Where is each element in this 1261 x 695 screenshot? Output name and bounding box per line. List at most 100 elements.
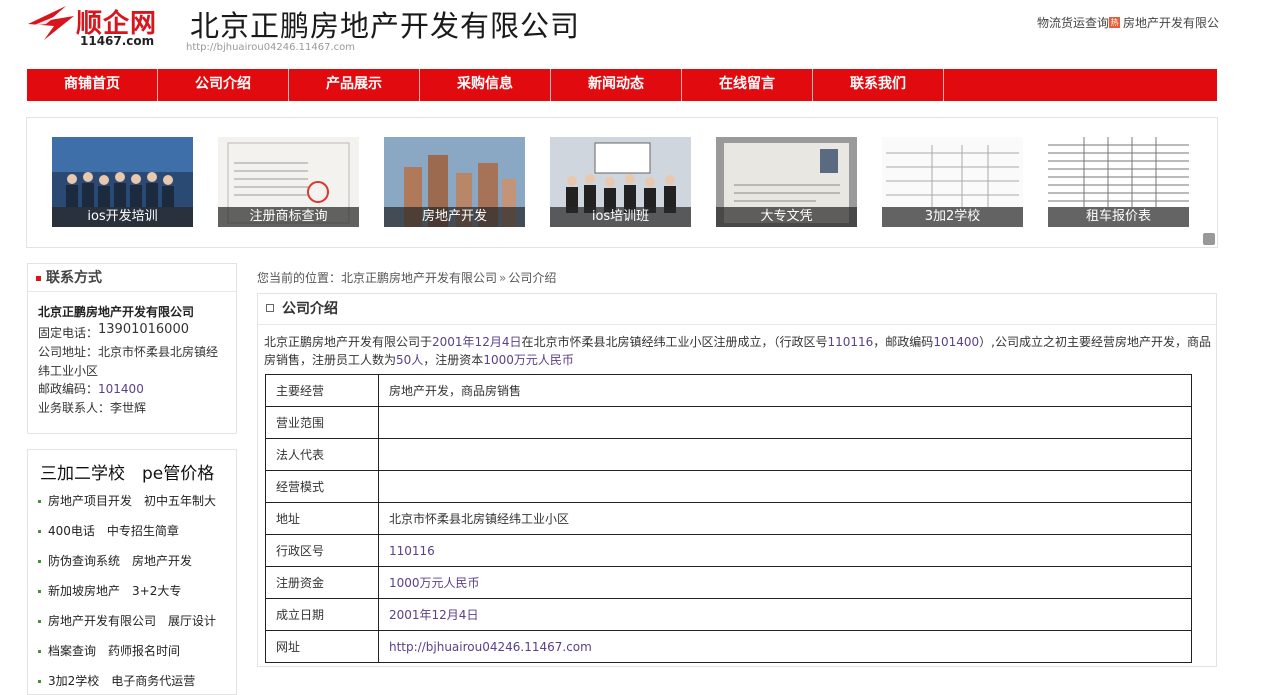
table-row: 注册资金 1000万元人民币	[265, 566, 1192, 599]
bullet-icon	[38, 620, 41, 623]
bullet-icon	[38, 500, 41, 503]
section-icon	[266, 304, 274, 312]
contact-person-row: 业务联系人：李世辉	[38, 400, 147, 415]
table-row: 法人代表	[265, 438, 1192, 471]
nav-item-home[interactable]: 商铺首页	[27, 69, 158, 101]
gallery-caption: ios培训班	[550, 207, 691, 227]
contact-postcode: 101400	[98, 382, 144, 396]
info-value: 北京市怀柔县北房镇经纬工业小区	[378, 502, 1192, 535]
contact-address-row: 公司地址：北京市怀柔县北房镇经纬工业小区	[38, 345, 219, 378]
site-url[interactable]: http://bjhuairou04246.11467.com	[186, 42, 355, 53]
table-row: 经营模式	[265, 470, 1192, 503]
nav-item-contact[interactable]: 联系我们	[813, 69, 944, 101]
related-links-title: 三加二学校 pe管价格	[40, 464, 215, 484]
table-row: 网址 http://bjhuairou04246.11467.com	[265, 630, 1192, 663]
top-links: 物流货运查询热房地产开发有限公	[1037, 14, 1219, 31]
list-item: 档案查询 药师报名时间	[38, 642, 236, 672]
list-item: 400电话 中专招生简章	[38, 522, 236, 552]
gallery-item[interactable]: 3加2学校	[882, 137, 1023, 227]
breadcrumb-prefix: 您当前的位置：	[257, 271, 342, 285]
contact-phone-row: 固定电话：13901016000	[38, 321, 189, 340]
gallery-item[interactable]: ios培训班	[550, 137, 691, 227]
table-row: 成立日期 2001年12月4日	[265, 598, 1192, 631]
nav-item-message[interactable]: 在线留言	[682, 69, 813, 101]
site-logo[interactable]: 顺企网 11467.com	[26, 2, 186, 48]
intro-paragraph: 北京正鹏房地产开发有限公司于2001年12月4日在北京市怀柔县北房镇经纬工业小区…	[264, 335, 1211, 367]
gallery-caption: 房地产开发	[384, 207, 525, 227]
contact-postcode-row: 邮政编码：101400	[38, 382, 144, 396]
gallery-item[interactable]: 房地产开发	[384, 137, 525, 227]
info-label: 经营模式	[265, 470, 379, 503]
gallery-item[interactable]: 租车报价表	[1048, 137, 1189, 227]
logo-swoosh-icon	[28, 6, 74, 40]
bullet-icon	[36, 275, 41, 281]
breadcrumb-separator: »	[499, 271, 507, 285]
related-link[interactable]: 电子商务代运营	[111, 674, 195, 688]
related-link[interactable]: 档案查询	[48, 644, 96, 658]
info-label: 成立日期	[265, 598, 379, 631]
bullet-icon	[38, 560, 41, 563]
gallery-caption: ios开发培训	[52, 207, 193, 227]
related-link[interactable]: 房地产开发	[132, 554, 192, 568]
bullet-icon	[38, 680, 41, 683]
info-value: 房地产开发，商品房销售	[378, 374, 1192, 407]
related-link[interactable]: 房地产项目开发	[48, 494, 132, 508]
related-link[interactable]: 新加坡房地产	[48, 584, 120, 598]
top-link-logistics[interactable]: 物流货运查询	[1037, 16, 1109, 30]
list-item: 3加2学校 电子商务代运营	[38, 672, 236, 695]
related-link[interactable]: 初中五年制大	[144, 494, 216, 508]
company-title: 北京正鹏房地产开发有限公司	[190, 9, 581, 43]
bullet-icon	[38, 530, 41, 533]
info-label: 法人代表	[265, 438, 379, 471]
related-link[interactable]: 防伪查询系统	[48, 554, 120, 568]
info-value	[378, 470, 1192, 503]
info-label: 地址	[265, 502, 379, 535]
gallery-caption: 租车报价表	[1048, 207, 1189, 227]
info-label: 主要经营	[265, 374, 379, 407]
related-link[interactable]: 中专招生简章	[107, 524, 179, 538]
related-link[interactable]: 房地产开发有限公司	[48, 614, 156, 628]
breadcrumb: 您当前的位置：北京正鹏房地产开发有限公司» 公司介绍	[257, 269, 556, 286]
related-link[interactable]: 展厅设计	[168, 614, 216, 628]
gallery-caption: 3加2学校	[882, 207, 1023, 227]
list-item: 新加坡房地产 3+2大专	[38, 582, 236, 612]
logo-domain: 11467.com	[80, 34, 155, 48]
table-row: 营业范围	[265, 406, 1192, 439]
list-item: 房地产项目开发 初中五年制大	[38, 492, 236, 522]
related-link[interactable]: 400电话	[48, 524, 95, 538]
hot-badge-icon: 热	[1108, 17, 1120, 28]
nav-item-news[interactable]: 新闻动态	[551, 69, 682, 101]
related-link[interactable]: 3加2学校	[48, 674, 99, 688]
breadcrumb-company-link[interactable]: 北京正鹏房地产开发有限公司	[341, 271, 497, 285]
gallery-item[interactable]: 注册商标查询	[218, 137, 359, 227]
info-value[interactable]: http://bjhuairou04246.11467.com	[378, 630, 1192, 663]
info-label: 营业范围	[265, 406, 379, 439]
contact-phone: 13901016000	[98, 321, 189, 337]
table-row: 主要经营 房地产开发，商品房销售	[265, 374, 1192, 407]
info-value: 1000万元人民币	[378, 566, 1192, 599]
info-label: 行政区号	[265, 534, 379, 567]
table-row: 地址 北京市怀柔县北房镇经纬工业小区	[265, 502, 1192, 535]
info-value: 110116	[378, 534, 1192, 567]
info-label: 注册资金	[265, 566, 379, 599]
bullet-icon	[38, 650, 41, 653]
related-links-panel: 三加二学校 pe管价格 房地产项目开发 初中五年制大 400电话 中专招生简章 防伪…	[27, 449, 237, 695]
top-link-realestate[interactable]: 房地产开发有限公	[1123, 16, 1219, 30]
info-label: 网址	[265, 630, 379, 663]
gallery-item[interactable]: 大专文凭	[716, 137, 857, 227]
nav-item-purchase[interactable]: 采购信息	[420, 69, 551, 101]
nav-item-about[interactable]: 公司介绍	[158, 69, 289, 101]
nav-item-products[interactable]: 产品展示	[289, 69, 420, 101]
list-item: 房地产开发有限公司 展厅设计	[38, 612, 236, 642]
main-nav: 商铺首页 公司介绍 产品展示 采购信息 新闻动态 在线留言 联系我们	[27, 69, 1217, 101]
contact-person: 李世辉	[110, 400, 147, 415]
gallery-item[interactable]: ios开发培训	[52, 137, 193, 227]
related-link[interactable]: 药师报名时间	[108, 644, 180, 658]
breadcrumb-current: 公司介绍	[508, 271, 557, 285]
company-intro-panel: 公司介绍 北京正鹏房地产开发有限公司于2001年12月4日在北京市怀柔县北房镇经…	[257, 293, 1217, 667]
list-item: 防伪查询系统 房地产开发	[38, 552, 236, 582]
gallery-toggle-icon[interactable]	[1203, 233, 1215, 245]
intro-heading: 公司介绍	[258, 294, 1216, 325]
contact-panel: 联系方式 北京正鹏房地产开发有限公司 固定电话：13901016000 公司地址…	[27, 263, 237, 434]
related-link[interactable]: 3+2大专	[132, 584, 181, 598]
